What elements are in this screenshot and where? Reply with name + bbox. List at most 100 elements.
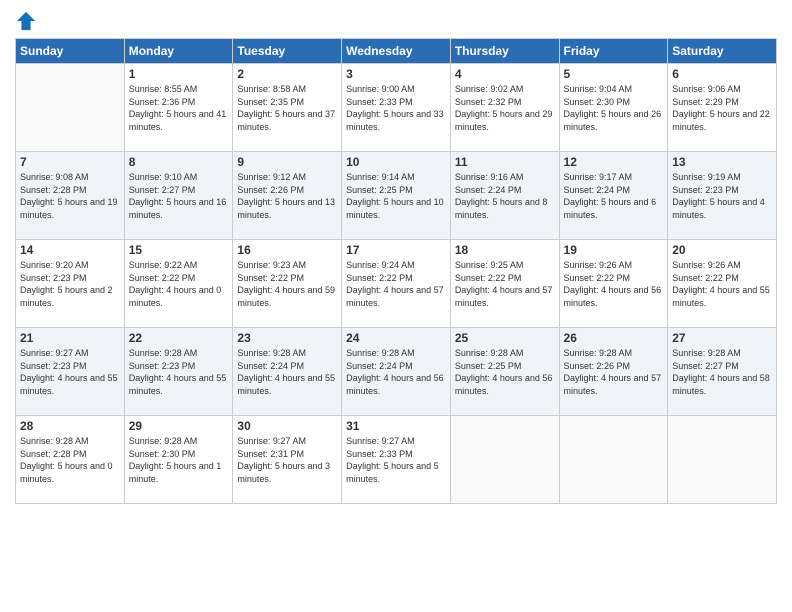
day-number: 11 — [455, 155, 555, 169]
day-cell: 10Sunrise: 9:14 AMSunset: 2:25 PMDayligh… — [342, 152, 451, 240]
day-info: Sunrise: 9:28 AMSunset: 2:24 PMDaylight:… — [346, 347, 446, 397]
day-number: 15 — [129, 243, 229, 257]
day-info: Sunrise: 9:24 AMSunset: 2:22 PMDaylight:… — [346, 259, 446, 309]
day-cell: 13 Sunrise: 9:19 AMSunset: 2:23 PMDayligh… — [668, 152, 777, 240]
day-cell: 29 Sunrise: 9:28 AMSunset: 2:30 PMDayligh… — [124, 416, 233, 504]
day-number: 14 — [20, 243, 120, 257]
logo — [15, 10, 41, 32]
day-number: 29 — [129, 419, 229, 433]
day-info: Sunrise: 9:06 AMSunset: 2:29 PMDaylight:… — [672, 83, 772, 133]
day-info: Sunrise: 9:10 AMSunset: 2:27 PMDaylight:… — [129, 171, 229, 221]
day-cell: 6 Sunrise: 9:06 AMSunset: 2:29 PMDaylight… — [668, 64, 777, 152]
day-number: 27 — [672, 331, 772, 345]
day-number: 8 — [129, 155, 229, 169]
day-cell — [450, 416, 559, 504]
day-number: 16 — [237, 243, 337, 257]
day-cell: 21 Sunrise: 9:27 AMSunset: 2:23 PMDayligh… — [16, 328, 125, 416]
day-cell: 1 Sunrise: 8:55 AMSunset: 2:36 PMDaylight… — [124, 64, 233, 152]
day-info: Sunrise: 8:58 AMSunset: 2:35 PMDaylight:… — [237, 83, 337, 133]
weekday-header-monday: Monday — [124, 39, 233, 64]
day-cell: 16 Sunrise: 9:23 AMSunset: 2:22 PMDayligh… — [233, 240, 342, 328]
day-cell: 7 Sunrise: 9:08 AMSunset: 2:28 PMDaylight… — [16, 152, 125, 240]
logo-icon — [15, 10, 37, 32]
weekday-header-tuesday: Tuesday — [233, 39, 342, 64]
day-number: 22 — [129, 331, 229, 345]
day-number: 4 — [455, 67, 555, 81]
day-info: Sunrise: 9:00 AMSunset: 2:33 PMDaylight:… — [346, 83, 446, 133]
day-number: 25 — [455, 331, 555, 345]
day-cell: 23Sunrise: 9:28 AMSunset: 2:24 PMDayligh… — [233, 328, 342, 416]
day-info: Sunrise: 9:28 AMSunset: 2:27 PMDaylight:… — [672, 347, 772, 397]
header — [15, 10, 777, 32]
day-cell: 5 Sunrise: 9:04 AMSunset: 2:30 PMDaylight… — [559, 64, 668, 152]
day-cell: 24 Sunrise: 9:28 AMSunset: 2:24 PMDayligh… — [342, 328, 451, 416]
day-number: 5 — [564, 67, 664, 81]
day-cell: 20 Sunrise: 9:26 AMSunset: 2:22 PMDayligh… — [668, 240, 777, 328]
day-number: 1 — [129, 67, 229, 81]
calendar-table: SundayMondayTuesdayWednesdayThursdayFrid… — [15, 38, 777, 504]
day-number: 7 — [20, 155, 120, 169]
day-number: 30 — [237, 419, 337, 433]
day-info: Sunrise: 9:17 AMSunset: 2:24 PMDaylight:… — [564, 171, 664, 221]
day-info: Sunrise: 9:28 AMSunset: 2:24 PMDaylight:… — [237, 347, 337, 397]
day-number: 6 — [672, 67, 772, 81]
day-number: 20 — [672, 243, 772, 257]
day-number: 2 — [237, 67, 337, 81]
day-cell: 2 Sunrise: 8:58 AMSunset: 2:35 PMDaylight… — [233, 64, 342, 152]
day-cell: 8 Sunrise: 9:10 AMSunset: 2:27 PMDaylight… — [124, 152, 233, 240]
day-cell: 14 Sunrise: 9:20 AMSunset: 2:23 PMDayligh… — [16, 240, 125, 328]
day-info: Sunrise: 9:28 AMSunset: 2:25 PMDaylight:… — [455, 347, 555, 397]
weekday-header-wednesday: Wednesday — [342, 39, 451, 64]
day-info: Sunrise: 9:28 AMSunset: 2:30 PMDaylight:… — [129, 435, 229, 485]
day-number: 21 — [20, 331, 120, 345]
day-info: Sunrise: 8:55 AMSunset: 2:36 PMDaylight:… — [129, 83, 229, 133]
day-cell: 31 Sunrise: 9:27 AMSunset: 2:33 PMDayligh… — [342, 416, 451, 504]
day-info: Sunrise: 9:02 AMSunset: 2:32 PMDaylight:… — [455, 83, 555, 133]
day-info: Sunrise: 9:08 AMSunset: 2:28 PMDaylight:… — [20, 171, 120, 221]
week-row-5: 28Sunrise: 9:28 AMSunset: 2:28 PMDayligh… — [16, 416, 777, 504]
day-cell: 26Sunrise: 9:28 AMSunset: 2:26 PMDayligh… — [559, 328, 668, 416]
day-cell: 18 Sunrise: 9:25 AMSunset: 2:22 PMDayligh… — [450, 240, 559, 328]
day-number: 12 — [564, 155, 664, 169]
day-cell — [16, 64, 125, 152]
day-info: Sunrise: 9:19 AMSunset: 2:23 PMDaylight:… — [672, 171, 772, 221]
day-number: 19 — [564, 243, 664, 257]
day-number: 31 — [346, 419, 446, 433]
day-info: Sunrise: 9:27 AMSunset: 2:23 PMDaylight:… — [20, 347, 120, 397]
day-cell: 22Sunrise: 9:28 AMSunset: 2:23 PMDayligh… — [124, 328, 233, 416]
day-number: 26 — [564, 331, 664, 345]
day-cell: 15 Sunrise: 9:22 AMSunset: 2:22 PMDayligh… — [124, 240, 233, 328]
day-info: Sunrise: 9:23 AMSunset: 2:22 PMDaylight:… — [237, 259, 337, 309]
day-cell: 9Sunrise: 9:12 AMSunset: 2:26 PMDaylight… — [233, 152, 342, 240]
weekday-header-thursday: Thursday — [450, 39, 559, 64]
weekday-header-row: SundayMondayTuesdayWednesdayThursdayFrid… — [16, 39, 777, 64]
day-cell — [559, 416, 668, 504]
day-info: Sunrise: 9:04 AMSunset: 2:30 PMDaylight:… — [564, 83, 664, 133]
day-cell: 28Sunrise: 9:28 AMSunset: 2:28 PMDayligh… — [16, 416, 125, 504]
weekday-header-friday: Friday — [559, 39, 668, 64]
day-info: Sunrise: 9:22 AMSunset: 2:22 PMDaylight:… — [129, 259, 229, 309]
day-info: Sunrise: 9:20 AMSunset: 2:23 PMDaylight:… — [20, 259, 120, 309]
day-cell: 27 Sunrise: 9:28 AMSunset: 2:27 PMDayligh… — [668, 328, 777, 416]
day-number: 18 — [455, 243, 555, 257]
day-cell: 19 Sunrise: 9:26 AMSunset: 2:22 PMDayligh… — [559, 240, 668, 328]
day-cell: 25 Sunrise: 9:28 AMSunset: 2:25 PMDayligh… — [450, 328, 559, 416]
weekday-header-sunday: Sunday — [16, 39, 125, 64]
day-info: Sunrise: 9:28 AMSunset: 2:28 PMDaylight:… — [20, 435, 120, 485]
day-number: 24 — [346, 331, 446, 345]
day-info: Sunrise: 9:25 AMSunset: 2:22 PMDaylight:… — [455, 259, 555, 309]
day-number: 10 — [346, 155, 446, 169]
day-number: 13 — [672, 155, 772, 169]
week-row-3: 14 Sunrise: 9:20 AMSunset: 2:23 PMDayligh… — [16, 240, 777, 328]
day-cell: 12 Sunrise: 9:17 AMSunset: 2:24 PMDayligh… — [559, 152, 668, 240]
day-cell: 11Sunrise: 9:16 AMSunset: 2:24 PMDayligh… — [450, 152, 559, 240]
day-cell: 17Sunrise: 9:24 AMSunset: 2:22 PMDayligh… — [342, 240, 451, 328]
day-info: Sunrise: 9:26 AMSunset: 2:22 PMDaylight:… — [672, 259, 772, 309]
day-info: Sunrise: 9:27 AMSunset: 2:33 PMDaylight:… — [346, 435, 446, 485]
day-number: 9 — [237, 155, 337, 169]
week-row-4: 21 Sunrise: 9:27 AMSunset: 2:23 PMDayligh… — [16, 328, 777, 416]
week-row-1: 1 Sunrise: 8:55 AMSunset: 2:36 PMDaylight… — [16, 64, 777, 152]
page: SundayMondayTuesdayWednesdayThursdayFrid… — [0, 0, 792, 612]
weekday-header-saturday: Saturday — [668, 39, 777, 64]
day-info: Sunrise: 9:26 AMSunset: 2:22 PMDaylight:… — [564, 259, 664, 309]
